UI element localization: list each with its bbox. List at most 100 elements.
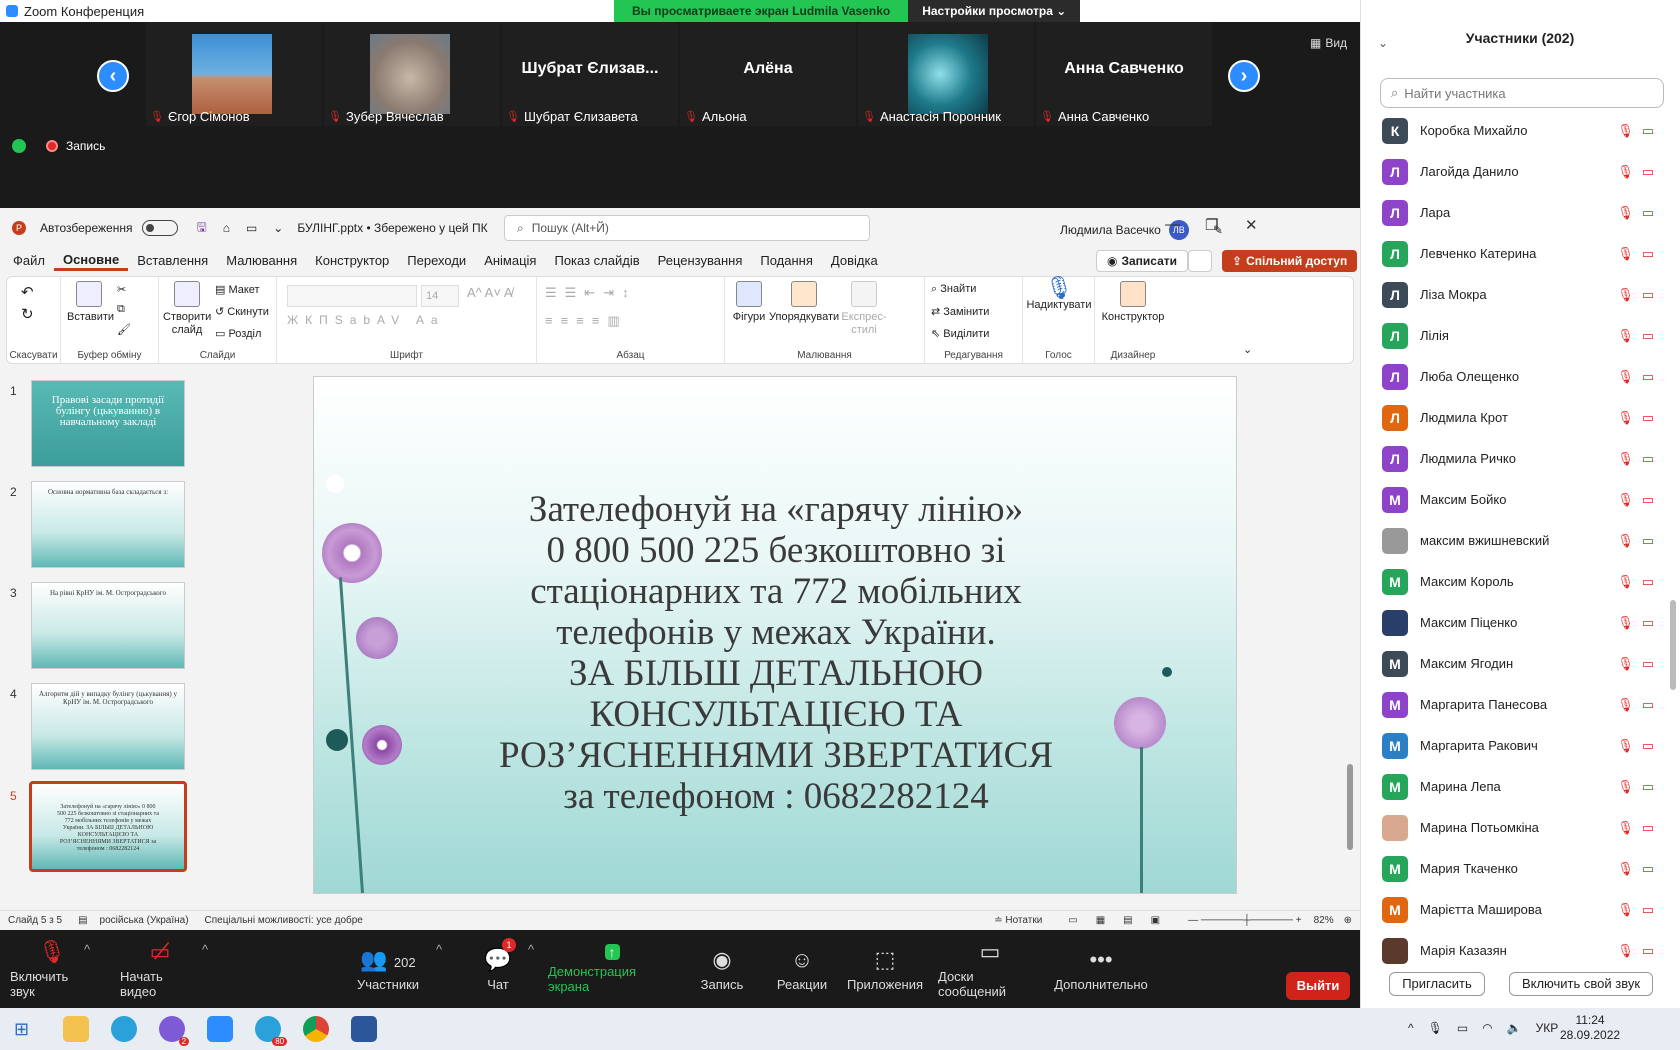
- find-button[interactable]: ⌕ Знайти: [931, 283, 976, 296]
- share-screen-button[interactable]: ↑ Демонстрация экрана: [548, 930, 676, 1008]
- participant-row[interactable]: М Маргарита Панесова 🎙▭: [1382, 684, 1662, 725]
- apps-button[interactable]: ⬚ Приложения: [847, 930, 923, 1008]
- fit-slide-icon[interactable]: ⊕: [1344, 915, 1352, 926]
- designer-button[interactable]: Конструктор: [1097, 281, 1169, 324]
- video-tile[interactable]: Анна Савченко 🎙 Анна Савченко: [1036, 22, 1212, 126]
- participant-row[interactable]: М Марина Лепа 🎙▭: [1382, 766, 1662, 807]
- tab-review[interactable]: Рецензування: [649, 253, 752, 268]
- view-settings-button[interactable]: Настройки просмотра ⌄: [908, 0, 1081, 22]
- redo-icon[interactable]: ↻: [21, 305, 34, 323]
- participant-row[interactable]: Л Лагойда Данило 🎙▭: [1382, 151, 1662, 192]
- tab-draw[interactable]: Малювання: [217, 253, 306, 268]
- viber-icon[interactable]: 2: [159, 1016, 190, 1046]
- quick-styles-button[interactable]: Експрес-стилі: [841, 281, 887, 337]
- reactions-button[interactable]: ☺ Реакции: [776, 930, 828, 1008]
- slide-thumbnail[interactable]: Основна нормативна база складається з:: [31, 481, 185, 568]
- participant-row[interactable]: Максим Піценко 🎙▭: [1382, 602, 1662, 643]
- word-icon[interactable]: [351, 1016, 378, 1042]
- tab-file[interactable]: Файл: [0, 253, 54, 268]
- participant-row[interactable]: Л Людмила Крот 🎙▭: [1382, 397, 1662, 438]
- zoom-slider[interactable]: — ──────┼────── +: [1188, 915, 1302, 926]
- tab-slideshow[interactable]: Показ слайдів: [545, 253, 648, 268]
- account-area[interactable]: Людмила Васечко ЛВ ✎: [1060, 220, 1223, 240]
- present-icon[interactable]: ⌂: [223, 221, 230, 235]
- slide-thumbnail[interactable]: Алгоритм дій у випадку булінгу (цькуванн…: [31, 683, 185, 770]
- wifi-icon[interactable]: ◠: [1482, 1021, 1492, 1035]
- slide-canvas[interactable]: Зателефонуй на «гарячу лінію» 0 800 500 …: [313, 376, 1237, 894]
- participant-search-input[interactable]: ⌕ Найти участника: [1380, 78, 1664, 108]
- display-icon[interactable]: ▭: [1457, 1021, 1468, 1035]
- file-explorer-icon[interactable]: [63, 1016, 90, 1042]
- scrollbar-thumb[interactable]: [1670, 600, 1676, 690]
- video-tile[interactable]: Шубрат Єлизав... 🎙 Шубрат Єлизавета: [502, 22, 678, 126]
- grow-font-icon[interactable]: A^ A˅ A̸: [467, 285, 513, 300]
- unmute-button[interactable]: 🎙 Включить звук: [10, 930, 94, 1008]
- paste-button[interactable]: Вставити: [67, 281, 114, 324]
- slide-body-text[interactable]: Зателефонуй на «гарячу лінію» 0 800 500 …: [414, 489, 1138, 817]
- participant-row[interactable]: Л Люба Олещенко 🎙▭: [1382, 356, 1662, 397]
- reset-button[interactable]: ↺ Скинути: [215, 305, 269, 318]
- shapes-button[interactable]: Фігури: [731, 281, 767, 324]
- participant-row[interactable]: Л Левченко Катерина 🎙▭: [1382, 233, 1662, 274]
- video-tile[interactable]: Алёна 🎙 Альона: [680, 22, 856, 126]
- tab-view[interactable]: Подання: [751, 253, 822, 268]
- scrollbar-thumb[interactable]: [1347, 764, 1353, 850]
- comments-button[interactable]: [1188, 250, 1212, 272]
- language-indicator[interactable]: УКР: [1536, 1021, 1559, 1035]
- start-video-button[interactable]: ▭̸ Начать видео: [120, 930, 200, 1008]
- font-size-select[interactable]: 14: [421, 285, 459, 307]
- participants-scrollbar[interactable]: [1670, 130, 1676, 960]
- participant-row[interactable]: Л Людмила Ричко 🎙▭: [1382, 438, 1662, 479]
- list-icons[interactable]: ☰☰⇤⇥↕: [545, 285, 637, 301]
- replace-button[interactable]: ⇄ Замінити: [931, 305, 989, 318]
- align-icons[interactable]: ≡≡≡≡▥: [545, 313, 628, 329]
- slide-thumbnail-selected[interactable]: Зателефонуй на «гарячу лінію» 0 800 500 …: [29, 781, 187, 872]
- collapse-ribbon-icon[interactable]: ⌄: [1243, 343, 1252, 356]
- participants-button[interactable]: 👥 202 Участники: [356, 930, 420, 1008]
- unmute-myself-button[interactable]: Включить свой звук: [1509, 972, 1653, 996]
- ppt-restore-icon[interactable]: ❐: [1205, 216, 1218, 234]
- invite-button[interactable]: Пригласить: [1389, 972, 1485, 996]
- participant-row[interactable]: М Максим Бойко 🎙▭: [1382, 479, 1662, 520]
- section-button[interactable]: ▭ Розділ: [215, 327, 261, 340]
- chevron-up-icon[interactable]: ^: [1408, 1021, 1414, 1035]
- tab-insert[interactable]: Вставлення: [128, 253, 217, 268]
- record-meeting-button[interactable]: ◉ Запись: [698, 930, 746, 1008]
- share-button[interactable]: ⇪ Спільний доступ: [1222, 250, 1358, 272]
- slide-thumbnail[interactable]: Правові засади протидії булінгу (цькуван…: [31, 380, 185, 467]
- chrome-icon[interactable]: [303, 1016, 330, 1042]
- prev-page-button[interactable]: ‹: [97, 60, 129, 92]
- windows-start-icon[interactable]: ⊞: [14, 1019, 29, 1040]
- telegram-icon[interactable]: 80: [255, 1016, 288, 1046]
- file-name[interactable]: БУЛІНГ.pptx • Збережено у цей ПК: [297, 221, 487, 235]
- participant-row[interactable]: Марина Потьомкіна 🎙▭: [1382, 807, 1662, 848]
- video-options-icon[interactable]: ^: [202, 942, 208, 957]
- volume-icon[interactable]: 🔈: [1507, 1021, 1522, 1035]
- layout-button[interactable]: ▤ Макет: [215, 283, 260, 296]
- taskbar-clock[interactable]: 11:24 28.09.2022: [1560, 1013, 1620, 1043]
- participant-row[interactable]: Марія Казазян 🎙▭: [1382, 930, 1662, 971]
- video-tile[interactable]: 🎙 Анастасія Поронник: [858, 22, 1034, 126]
- tab-home[interactable]: Основне: [53, 249, 129, 271]
- telegram-icon[interactable]: [111, 1016, 138, 1042]
- more-button[interactable]: ••• Дополнительно: [1054, 930, 1148, 1008]
- participant-row[interactable]: К Коробка Михайло 🎙▭: [1382, 110, 1662, 151]
- language-status[interactable]: російська (Україна): [100, 915, 189, 926]
- slide-scrollbar[interactable]: [1344, 368, 1356, 918]
- video-tile[interactable]: 🎙 Єгор Сімонов: [146, 22, 322, 126]
- participant-row[interactable]: М Максим Ягодин 🎙▭: [1382, 643, 1662, 684]
- tab-design[interactable]: Конструктор: [306, 253, 398, 268]
- participant-row[interactable]: Л Лара 🎙▭: [1382, 192, 1662, 233]
- zoom-level[interactable]: 82%: [1314, 915, 1334, 926]
- chat-options-icon[interactable]: ^: [528, 942, 534, 957]
- ppt-minimize-icon[interactable]: —: [1165, 216, 1180, 233]
- tab-help[interactable]: Довідка: [822, 253, 887, 268]
- slideshow-icon[interactable]: ▭: [246, 221, 257, 235]
- font-format-icons[interactable]: ЖКПSabAV Aa: [287, 313, 445, 327]
- participant-row[interactable]: М Марієтта Маширова 🎙▭: [1382, 889, 1662, 930]
- next-page-button[interactable]: ›: [1228, 60, 1260, 92]
- microphone-tray-icon[interactable]: 🎙: [1428, 1021, 1443, 1035]
- format-painter-icon[interactable]: 🖌: [117, 323, 131, 336]
- ppt-search-input[interactable]: ⌕ Пошук (Alt+Й): [504, 215, 870, 241]
- spellcheck-icon[interactable]: ▤: [78, 915, 87, 926]
